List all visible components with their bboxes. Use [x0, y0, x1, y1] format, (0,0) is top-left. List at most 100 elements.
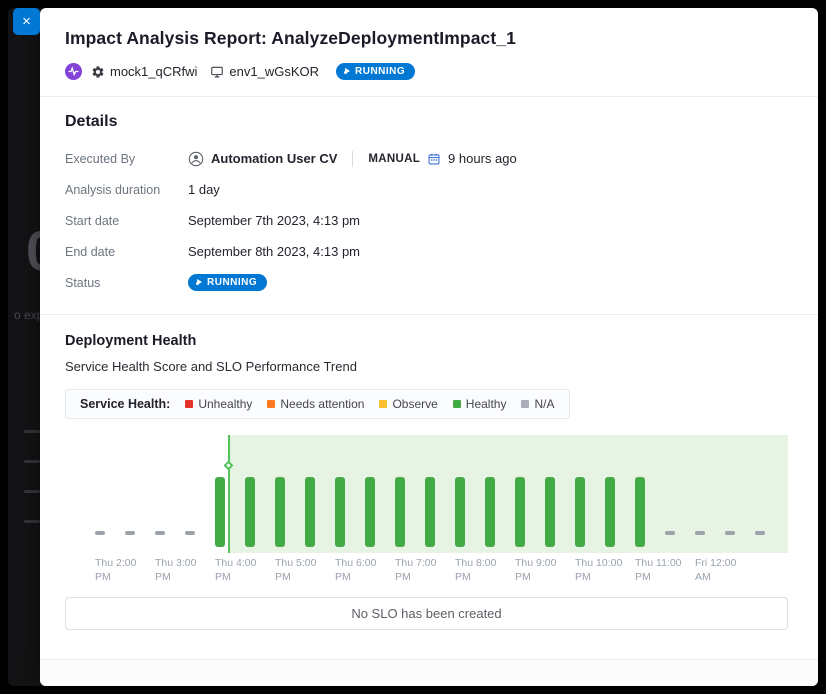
detail-value: September 8th 2023, 4:13 pm: [188, 244, 360, 259]
legend-item-unhealthy: Unhealthy: [185, 397, 252, 411]
no-data-dash: [155, 531, 165, 535]
x-axis-tick-label: Fri 12:00 AM: [695, 557, 736, 584]
detail-row-executed-by: Executed By Automation User CV MANUAL 9 …: [65, 143, 788, 174]
trigger-type: MANUAL: [368, 153, 420, 165]
health-score-bar: [215, 477, 225, 547]
legend-swatch: [379, 400, 387, 408]
health-score-bar: [395, 477, 405, 547]
deployment-marker-line: [228, 435, 230, 553]
no-data-dash: [185, 531, 195, 535]
detail-label: Status: [65, 276, 188, 290]
page-title: Impact Analysis Report: AnalyzeDeploymen…: [65, 28, 788, 49]
health-legend-items: Unhealthy Needs attention Observe Healthy N/…: [185, 397, 554, 411]
service-name: mock1_qCRfwi: [110, 64, 197, 79]
backdrop-decoration: [24, 430, 40, 433]
status-badge-label: RUNNING: [207, 277, 257, 288]
legend-item-label: N/A: [534, 397, 554, 411]
detail-label: Analysis duration: [65, 183, 188, 197]
no-data-dash: [695, 531, 705, 535]
legend-item-n-a: N/A: [521, 397, 554, 411]
running-spinner-icon: [344, 66, 350, 77]
x-axis-tick-label: Thu 7:00 PM: [395, 557, 436, 584]
status-badge: RUNNING: [188, 274, 267, 291]
detail-value: 1 day: [188, 182, 220, 197]
screen: 0 o exp × Impact Analysis Report: Analyz…: [0, 0, 826, 694]
no-data-dash: [755, 531, 765, 535]
legend-item-observe: Observe: [379, 397, 437, 411]
health-score-bar: [455, 477, 465, 547]
detail-value: Automation User CV MANUAL 9 hours ago: [188, 151, 517, 167]
header-divider: [40, 96, 818, 97]
x-axis-tick-label: Thu 11:00 PM: [635, 557, 682, 584]
health-score-chart: Thu 2:00 PM Thu 3:00 PM Thu 4:00 PM Thu 5:0…: [65, 435, 788, 591]
close-button[interactable]: ×: [13, 8, 40, 35]
deployment-health-heading: Deployment Health: [65, 333, 788, 349]
user-icon: [188, 151, 204, 167]
environment-meta[interactable]: env1_wGsKOR: [210, 64, 319, 79]
health-score-bar: [635, 477, 645, 547]
legend-item-label: Unhealthy: [198, 397, 252, 411]
health-score-bar: [275, 477, 285, 547]
status-badge-label: RUNNING: [355, 66, 405, 77]
x-axis-tick-label: Thu 4:00 PM: [215, 557, 256, 584]
detail-label: Executed By: [65, 152, 188, 166]
health-score-bar: [605, 477, 615, 547]
detail-row-start-date: Start date September 7th 2023, 4:13 pm: [65, 205, 788, 236]
health-score-bar: [545, 477, 555, 547]
environment-icon: [210, 65, 224, 79]
legend-item-label: Observe: [392, 397, 437, 411]
detail-row-status: Status RUNNING: [65, 267, 788, 298]
deployment-health-subtitle: Service Health Score and SLO Performance…: [65, 359, 788, 374]
x-axis-tick-label: Thu 8:00 PM: [455, 557, 496, 584]
x-axis-tick-label: Thu 5:00 PM: [275, 557, 316, 584]
x-axis-tick-label: Thu 10:00 PM: [575, 557, 622, 584]
x-axis-tick-label: Thu 2:00 PM: [95, 557, 136, 584]
calendar-icon: [427, 152, 441, 166]
health-score-bar: [335, 477, 345, 547]
no-data-dash: [725, 531, 735, 535]
service-meta[interactable]: mock1_qCRfwi: [91, 64, 197, 79]
vertical-divider: [352, 151, 353, 167]
detail-value: September 7th 2023, 4:13 pm: [188, 213, 360, 228]
backdrop-partial-text: o exp: [14, 308, 43, 322]
health-x-axis: Thu 2:00 PM Thu 3:00 PM Thu 4:00 PM Thu 5:0…: [65, 557, 788, 591]
no-data-dash: [95, 531, 105, 535]
backdrop-decoration: [24, 460, 40, 463]
legend-swatch: [267, 400, 275, 408]
x-axis-tick-label: Thu 3:00 PM: [155, 557, 196, 584]
status-badge: RUNNING: [336, 63, 415, 80]
health-score-bar: [245, 477, 255, 547]
details-heading: Details: [65, 113, 788, 131]
details-divider: [40, 314, 818, 315]
modal-footer: [40, 659, 818, 686]
x-axis-tick-label: Thu 9:00 PM: [515, 557, 556, 584]
legend-label: Service Health:: [80, 397, 170, 411]
impact-analysis-modal: Impact Analysis Report: AnalyzeDeploymen…: [40, 8, 818, 686]
executed-time-ago: 9 hours ago: [448, 151, 517, 166]
health-score-bar: [485, 477, 495, 547]
no-data-dash: [665, 531, 675, 535]
backdrop-decoration: [24, 490, 40, 493]
health-score-bar: [305, 477, 315, 547]
no-slo-message: No SLO has been created: [65, 597, 788, 630]
legend-item-healthy: Healthy: [453, 397, 507, 411]
health-bar-plot: [65, 435, 788, 553]
report-meta-row: mock1_qCRfwi env1_wGsKOR RUNNING: [65, 63, 788, 80]
detail-label: Start date: [65, 214, 188, 228]
legend-swatch: [185, 400, 193, 408]
detail-row-end-date: End date September 8th 2023, 4:13 pm: [65, 236, 788, 267]
legend-item-label: Needs attention: [280, 397, 364, 411]
srm-module-icon: [65, 63, 82, 80]
legend-swatch: [453, 400, 461, 408]
service-health-legend: Service Health: Unhealthy Needs attention…: [65, 389, 570, 419]
x-axis-tick-label: Thu 6:00 PM: [335, 557, 376, 584]
legend-swatch: [521, 400, 529, 408]
detail-value: RUNNING: [188, 274, 267, 291]
no-data-dash: [125, 531, 135, 535]
health-score-bar: [575, 477, 585, 547]
backdrop-decoration: [24, 520, 40, 523]
running-spinner-icon: [196, 277, 202, 288]
environment-name: env1_wGsKOR: [229, 64, 319, 79]
detail-label: End date: [65, 245, 188, 259]
health-score-bar: [515, 477, 525, 547]
